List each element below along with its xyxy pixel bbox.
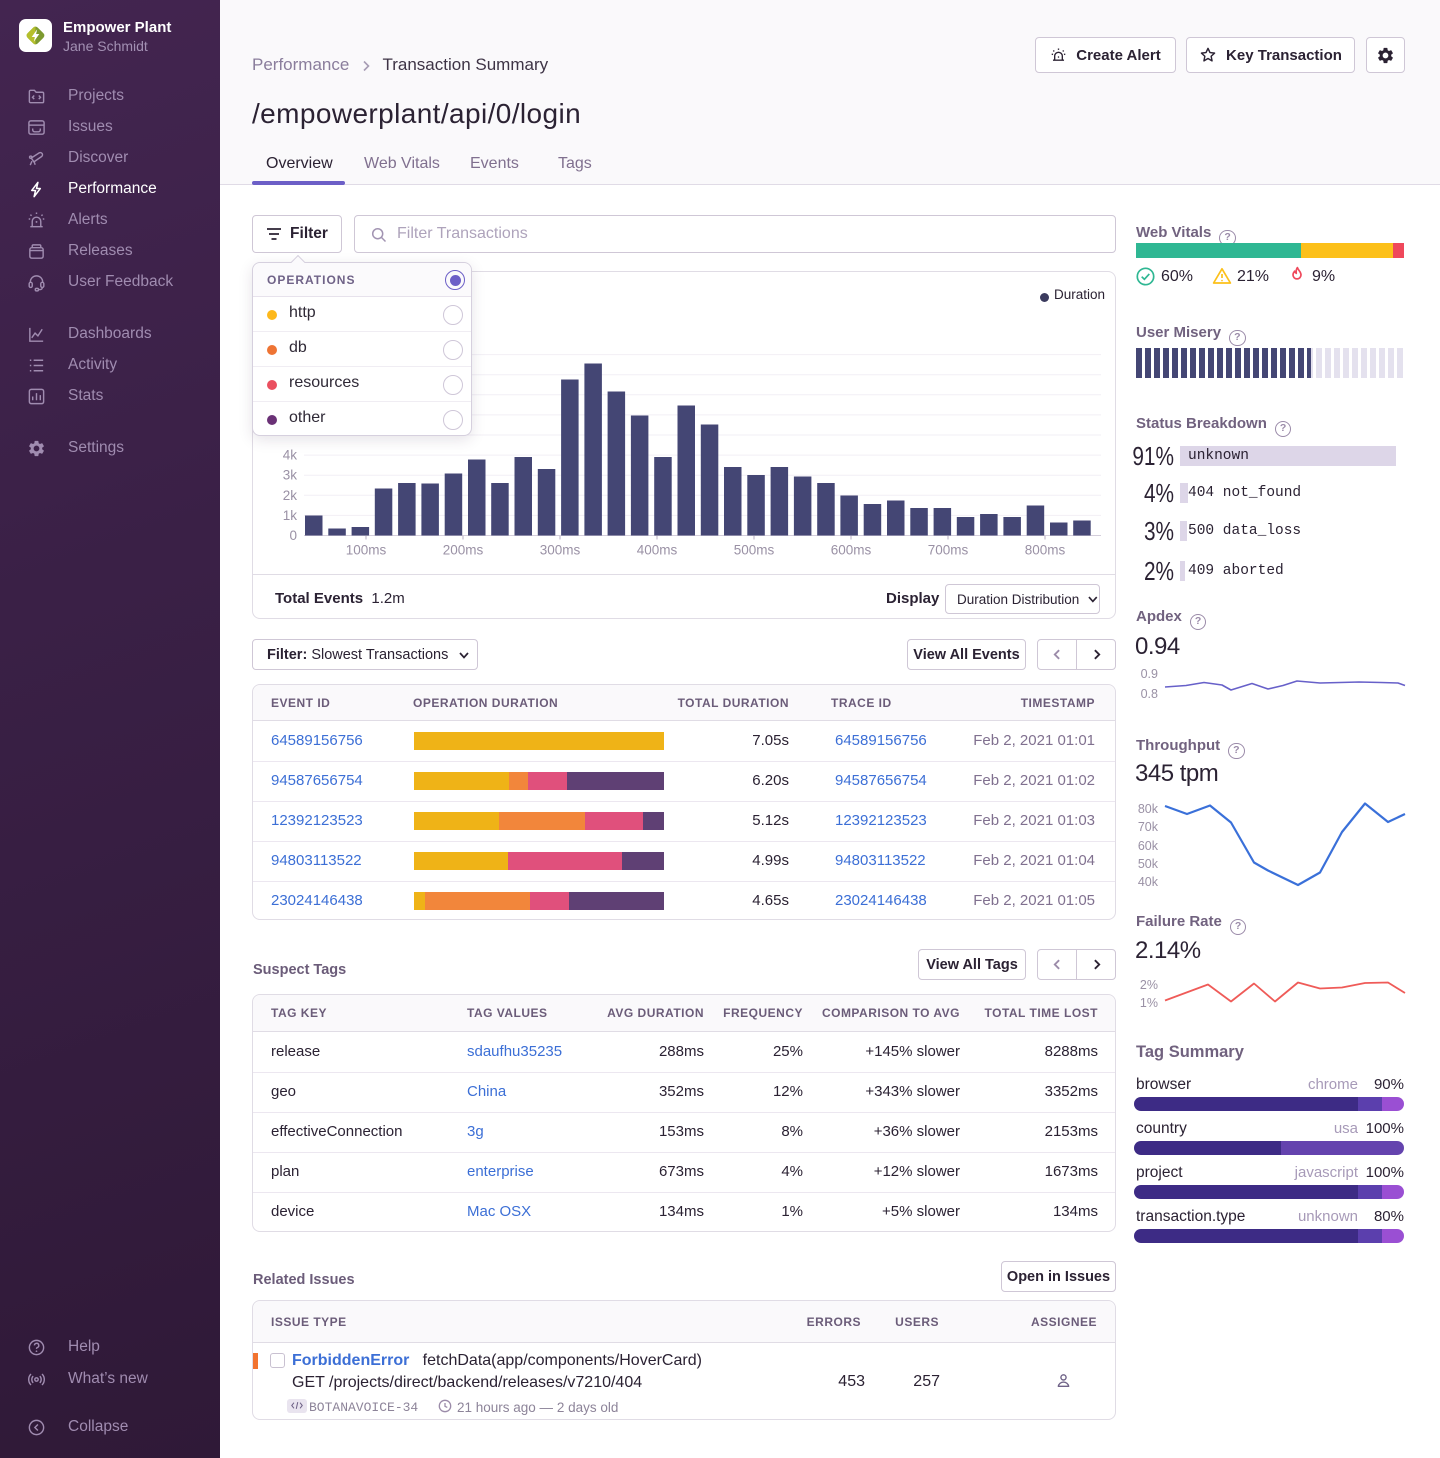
svg-text:200ms: 200ms	[443, 543, 484, 558]
svg-text:1k: 1k	[283, 508, 298, 523]
svg-text:400ms: 400ms	[637, 543, 678, 558]
svg-text:300ms: 300ms	[540, 543, 581, 558]
svg-text:600ms: 600ms	[831, 543, 872, 558]
svg-text:100ms: 100ms	[346, 543, 387, 558]
svg-text:3k: 3k	[283, 468, 298, 483]
svg-text:4k: 4k	[283, 448, 298, 463]
svg-text:2k: 2k	[283, 488, 298, 503]
svg-text:500ms: 500ms	[734, 543, 775, 558]
svg-text:800ms: 800ms	[1025, 543, 1066, 558]
svg-text:0: 0	[289, 528, 297, 543]
svg-text:700ms: 700ms	[928, 543, 969, 558]
